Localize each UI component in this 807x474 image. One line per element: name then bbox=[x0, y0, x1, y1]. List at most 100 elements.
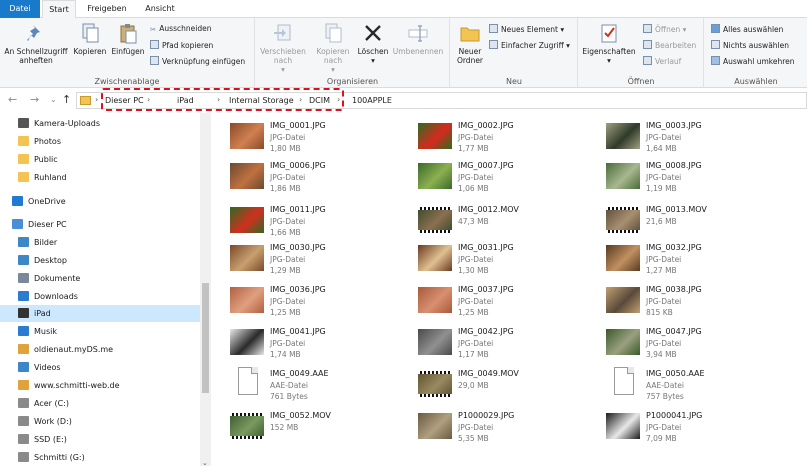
folder-icon bbox=[18, 154, 29, 164]
tab-share[interactable]: Freigeben bbox=[80, 0, 134, 18]
easy-access-button[interactable]: Einfacher Zugriff ▾ bbox=[489, 40, 570, 51]
file-item[interactable]: IMG_0041.JPG JPG-Datei 1,74 MB bbox=[226, 325, 416, 367]
sidebar-item[interactable]: Photos bbox=[18, 133, 61, 150]
file-item[interactable]: IMG_0032.JPG JPG-Datei 1,27 MB bbox=[602, 241, 792, 283]
select-none-button[interactable]: Nichts auswählen bbox=[711, 40, 789, 51]
history-button[interactable]: Verlauf bbox=[643, 56, 681, 67]
file-item[interactable]: IMG_0042.JPG JPG-Datei 1,17 MB bbox=[414, 325, 604, 367]
properties-button[interactable]: Eigenschaften ▾ bbox=[581, 22, 637, 65]
edit-button[interactable]: Bearbeiten bbox=[643, 40, 696, 51]
file-item[interactable]: IMG_0049.MOV 29,0 MB bbox=[414, 367, 604, 409]
cut-button[interactable]: ✂ Ausschneiden bbox=[150, 24, 211, 34]
film-strip-icon bbox=[230, 413, 264, 416]
paste-button[interactable]: Einfügen bbox=[110, 22, 146, 56]
sidebar-item[interactable]: Musik bbox=[18, 323, 57, 340]
file-item[interactable]: IMG_0006.JPG JPG-Datei 1,86 MB bbox=[226, 159, 416, 201]
file-item[interactable]: IMG_0047.JPG JPG-Datei 3,94 MB bbox=[602, 325, 792, 367]
sidebar-item[interactable]: oldienaut.myDS.me bbox=[18, 341, 113, 358]
file-item[interactable]: IMG_0008.JPG JPG-Datei 1,19 MB bbox=[602, 159, 792, 201]
sidebar-item[interactable]: Public bbox=[18, 151, 58, 168]
forward-arrow-icon[interactable]: → bbox=[30, 93, 39, 106]
file-item[interactable]: IMG_0050.AAE AAE-Datei 757 Bytes bbox=[602, 367, 792, 409]
address-folder-icon bbox=[80, 96, 91, 105]
select-none-label: Nichts auswählen bbox=[723, 41, 789, 50]
drive-icon bbox=[18, 452, 29, 462]
file-item[interactable]: P1000029.JPG JPG-Datei 5,35 MB bbox=[414, 409, 604, 451]
navigation-pane-scrollbar[interactable]: ⌄ bbox=[200, 113, 211, 468]
sidebar-item[interactable]: iPad bbox=[0, 305, 200, 322]
invert-selection-button[interactable]: Auswahl umkehren bbox=[711, 56, 795, 67]
sidebar-item[interactable]: OneDrive bbox=[12, 193, 66, 210]
paste-shortcut-button[interactable]: Verknüpfung einfügen bbox=[150, 56, 245, 67]
film-strip-icon bbox=[418, 394, 452, 397]
breadcrumb-100apple[interactable]: 100APPLE bbox=[352, 96, 392, 105]
open-button[interactable]: Öffnen ▾ bbox=[643, 24, 686, 35]
sidebar-item[interactable]: Ruhland bbox=[18, 169, 67, 186]
sidebar-item[interactable]: Kamera-Uploads bbox=[18, 115, 100, 132]
file-name: IMG_0001.JPG bbox=[270, 121, 326, 130]
document-icon bbox=[238, 367, 258, 395]
file-type: JPG-Datei bbox=[270, 297, 306, 306]
sidebar-item[interactable]: Desktop bbox=[18, 252, 67, 269]
file-item[interactable]: IMG_0031.JPG JPG-Datei 1,30 MB bbox=[414, 241, 604, 283]
sidebar-item[interactable]: Dieser PC bbox=[12, 216, 67, 233]
file-item[interactable]: IMG_0049.AAE AAE-Datei 761 Bytes bbox=[226, 367, 416, 409]
file-item[interactable]: IMG_0012.MOV 47,3 MB bbox=[414, 203, 604, 245]
file-name: IMG_0038.JPG bbox=[646, 285, 702, 294]
easy-access-arrow-icon: ▾ bbox=[566, 41, 570, 50]
move-to-button[interactable]: Verschieben nach ▾ bbox=[258, 22, 308, 74]
sidebar-item[interactable]: Dokumente bbox=[18, 270, 80, 287]
select-none-icon bbox=[711, 40, 720, 49]
tab-start[interactable]: Start bbox=[42, 0, 76, 19]
file-size: 5,35 MB bbox=[458, 434, 489, 443]
file-item[interactable]: IMG_0038.JPG JPG-Datei 815 KB bbox=[602, 283, 792, 325]
sidebar-item[interactable]: Work (D:) bbox=[18, 413, 72, 430]
file-name: IMG_0007.JPG bbox=[458, 161, 514, 170]
new-item-button[interactable]: Neues Element ▾ bbox=[489, 24, 564, 35]
file-item[interactable]: IMG_0011.JPG JPG-Datei 1,66 MB bbox=[226, 203, 416, 245]
move-to-arrow-icon: ▾ bbox=[281, 65, 285, 74]
up-arrow-icon[interactable]: ↑ bbox=[62, 93, 71, 106]
file-item[interactable]: IMG_0030.JPG JPG-Datei 1,29 MB bbox=[226, 241, 416, 283]
sidebar-item[interactable]: Videos bbox=[18, 359, 61, 376]
file-item[interactable]: IMG_0003.JPG JPG-Datei 1,64 MB bbox=[602, 119, 792, 161]
sidebar-item[interactable]: SSD (E:) bbox=[18, 431, 67, 448]
recent-locations-chevron-icon[interactable]: ⌄ bbox=[50, 95, 57, 104]
scrollbar-thumb[interactable] bbox=[202, 283, 209, 393]
back-arrow-icon[interactable]: ← bbox=[8, 93, 17, 106]
image-thumbnail bbox=[606, 287, 640, 313]
film-strip-icon bbox=[418, 230, 452, 233]
tab-file[interactable]: Datei bbox=[0, 0, 40, 18]
paste-icon bbox=[120, 24, 137, 44]
ribbon: An Schnellzugriff anheften Kopieren Einf… bbox=[0, 18, 807, 88]
new-folder-button[interactable]: Neuer Ordner bbox=[453, 22, 487, 65]
file-name: IMG_0006.JPG bbox=[270, 161, 326, 170]
tab-view[interactable]: Ansicht bbox=[138, 0, 182, 18]
file-item[interactable]: IMG_0001.JPG JPG-Datei 1,80 MB bbox=[226, 119, 416, 161]
delete-button[interactable]: Löschen ▾ bbox=[356, 22, 390, 65]
copy-path-button[interactable]: Pfad kopieren bbox=[150, 40, 213, 51]
sidebar-item[interactable]: Downloads bbox=[18, 288, 78, 305]
file-item[interactable]: IMG_0036.JPG JPG-Datei 1,25 MB bbox=[226, 283, 416, 325]
sidebar-item[interactable]: Acer (C:) bbox=[18, 395, 69, 412]
copy-to-button[interactable]: Kopieren nach ▾ bbox=[310, 22, 356, 74]
rename-button[interactable]: Umbenennen bbox=[390, 22, 446, 56]
film-strip-icon bbox=[230, 436, 264, 439]
file-size: 757 Bytes bbox=[646, 392, 684, 401]
file-size: 1,80 MB bbox=[270, 144, 301, 153]
file-item[interactable]: IMG_0007.JPG JPG-Datei 1,06 MB bbox=[414, 159, 604, 201]
sidebar-item[interactable]: Bilder bbox=[18, 234, 57, 251]
clipboard-group-label: Zwischenablage bbox=[94, 77, 160, 86]
copy-button[interactable]: Kopieren bbox=[72, 22, 108, 56]
file-type: JPG-Datei bbox=[270, 217, 306, 226]
file-item[interactable]: IMG_0037.JPG JPG-Datei 1,25 MB bbox=[414, 283, 604, 325]
file-item[interactable]: IMG_0002.JPG JPG-Datei 1,77 MB bbox=[414, 119, 604, 161]
sidebar-item[interactable]: Schmitti (G:) bbox=[18, 449, 85, 466]
file-size: 7,09 MB bbox=[646, 434, 677, 443]
pin-quick-access-button[interactable]: An Schnellzugriff anheften bbox=[2, 22, 70, 65]
file-item[interactable]: P1000041.JPG JPG-Datei 7,09 MB bbox=[602, 409, 792, 451]
file-item[interactable]: IMG_0013.MOV 21,6 MB bbox=[602, 203, 792, 245]
select-all-button[interactable]: Alles auswählen bbox=[711, 24, 783, 35]
sidebar-item[interactable]: www.schmitti-web.de bbox=[18, 377, 120, 394]
file-item[interactable]: IMG_0052.MOV 152 MB bbox=[226, 409, 416, 451]
